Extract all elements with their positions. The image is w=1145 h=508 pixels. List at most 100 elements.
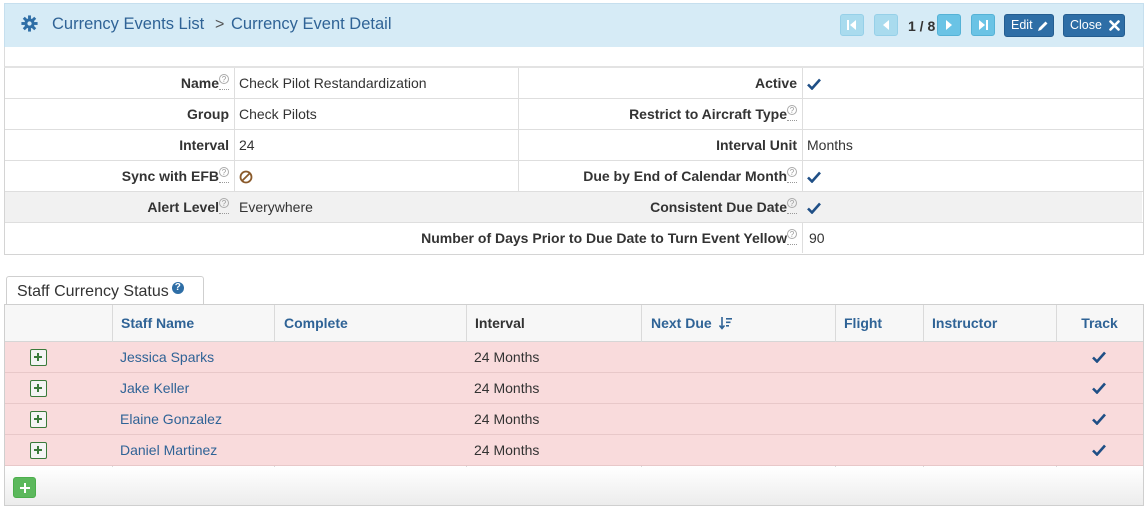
detail-row: Sync with EFB? Due by End of Calendar Mo…: [5, 161, 1143, 192]
question-circle-icon[interactable]: ?: [787, 105, 797, 116]
interval-label: Interval: [179, 137, 229, 153]
interval-cell: 24 Months: [474, 349, 540, 365]
x-icon: [1109, 20, 1120, 31]
track-cell: [1092, 342, 1106, 373]
edit-button[interactable]: Edit: [1004, 14, 1054, 37]
active-value: [802, 68, 1142, 98]
check-icon: [807, 78, 821, 91]
prev-page-icon: [883, 20, 889, 30]
close-button-label: Close: [1070, 18, 1102, 32]
expand-row-button[interactable]: [30, 411, 47, 428]
add-staff-button[interactable]: [13, 477, 36, 498]
interval-unit-value: Months: [807, 137, 853, 153]
pencil-icon: [1038, 21, 1048, 31]
check-icon: [1092, 413, 1106, 426]
tab-label: Staff Currency Status: [17, 283, 169, 300]
breadcrumb-current: Currency Event Detail: [231, 15, 392, 33]
column-header-complete[interactable]: Complete: [284, 305, 348, 342]
check-icon: [1092, 382, 1106, 395]
first-page-icon: [847, 20, 856, 30]
check-icon: [807, 171, 821, 184]
grid-header: Staff Name Complete Interval Next Due Fl…: [5, 305, 1143, 342]
table-row: Jessica Sparks 24 Months: [5, 342, 1143, 373]
question-circle-icon[interactable]: ?: [787, 167, 797, 178]
consistent-due-date-value: [802, 192, 1142, 222]
staff-name-link[interactable]: Daniel Martinez: [120, 435, 217, 466]
prev-page-button[interactable]: [874, 14, 898, 36]
alert-level-label: Alert Level?: [5, 192, 234, 222]
check-icon: [807, 202, 821, 215]
column-header-staff-name[interactable]: Staff Name: [121, 305, 194, 342]
sort-desc-icon: [718, 317, 732, 330]
sync-efb-value: [234, 161, 518, 191]
interval-cell: 24 Months: [474, 380, 540, 396]
question-circle-icon[interactable]: ?: [219, 198, 229, 209]
page-header: Currency Events List > Currency Event De…: [4, 3, 1144, 47]
table-row: Daniel Martinez 24 Months: [5, 435, 1143, 466]
detail-row: Interval 24 Interval Unit Months: [5, 130, 1143, 161]
group-label: Group: [187, 106, 229, 122]
header-subbar: [4, 47, 1144, 68]
first-page-button[interactable]: [840, 14, 864, 36]
question-circle-icon[interactable]: ?: [787, 229, 797, 240]
next-page-button[interactable]: [937, 14, 961, 36]
breadcrumb-parent-link[interactable]: Currency Events List: [52, 15, 204, 34]
interval-value: 24: [239, 137, 255, 153]
detail-row: Group Check Pilots Restrict to Aircraft …: [5, 99, 1143, 130]
question-circle-icon[interactable]: ?: [171, 282, 184, 294]
column-header-next-due[interactable]: Next Due: [651, 305, 733, 342]
restrict-aircraft-label: Restrict to Aircraft Type?: [518, 99, 802, 129]
detail-row: Alert Level? Everywhere Consistent Due D…: [5, 192, 1143, 223]
due-end-of-month-label: Due by End of Calendar Month?: [518, 161, 802, 191]
question-circle-icon[interactable]: ?: [219, 167, 229, 178]
table-row: Elaine Gonzalez 24 Months: [5, 404, 1143, 435]
staff-currency-grid: Staff Name Complete Interval Next Due Fl…: [4, 304, 1144, 506]
column-header-flight[interactable]: Flight: [844, 305, 882, 342]
staff-name-link[interactable]: Jake Keller: [120, 373, 189, 404]
detail-row: Number of Days Prior to Due Date to Turn…: [5, 223, 1143, 254]
interval-unit-label: Interval Unit: [716, 137, 797, 153]
track-cell: [1092, 435, 1106, 466]
track-cell: [1092, 404, 1106, 435]
last-page-icon: [979, 20, 988, 30]
check-icon: [1092, 444, 1106, 457]
staff-name-link[interactable]: Jessica Sparks: [120, 342, 214, 373]
due-end-of-month-value: [802, 161, 1142, 191]
days-yellow-label: Number of Days Prior to Due Date to Turn…: [5, 223, 802, 253]
name-label: Name?: [5, 68, 234, 98]
days-yellow-value: 90: [809, 230, 825, 246]
restrict-aircraft-value: [802, 99, 1142, 129]
track-cell: [1092, 373, 1106, 404]
ban-icon: [239, 170, 253, 184]
name-value: Check Pilot Restandardization: [239, 75, 427, 91]
sync-efb-label: Sync with EFB?: [5, 161, 234, 191]
event-detail-table: Name? Check Pilot Restandardization Acti…: [4, 68, 1144, 255]
edit-button-label: Edit: [1011, 18, 1033, 32]
detail-row: Name? Check Pilot Restandardization Acti…: [5, 68, 1143, 99]
breadcrumb-separator: >: [215, 16, 225, 33]
active-label: Active: [754, 75, 797, 91]
alert-level-value: Everywhere: [234, 192, 518, 222]
column-header-instructor[interactable]: Instructor: [932, 305, 997, 342]
expand-row-button[interactable]: [30, 349, 47, 366]
question-circle-icon[interactable]: ?: [219, 74, 229, 85]
pager-text: 1 / 8: [908, 18, 936, 34]
question-circle-icon[interactable]: ?: [787, 198, 797, 209]
check-icon: [1092, 351, 1106, 364]
table-row: Jake Keller 24 Months: [5, 373, 1143, 404]
expand-row-button[interactable]: [30, 442, 47, 459]
last-page-button[interactable]: [971, 14, 995, 36]
column-header-interval: Interval: [475, 315, 525, 331]
column-header-track[interactable]: Track: [1056, 305, 1143, 342]
gear-icon[interactable]: [21, 15, 38, 32]
next-page-icon: [946, 20, 952, 30]
close-button[interactable]: Close: [1063, 14, 1125, 37]
group-value: Check Pilots: [239, 106, 317, 122]
grid-footer: [5, 467, 1143, 505]
interval-cell: 24 Months: [474, 411, 540, 427]
staff-name-link[interactable]: Elaine Gonzalez: [120, 404, 222, 435]
consistent-due-date-label: Consistent Due Date?: [518, 192, 802, 222]
interval-cell: 24 Months: [474, 442, 540, 458]
tab-staff-currency-status[interactable]: Staff Currency Status?: [6, 276, 204, 305]
expand-row-button[interactable]: [30, 380, 47, 397]
